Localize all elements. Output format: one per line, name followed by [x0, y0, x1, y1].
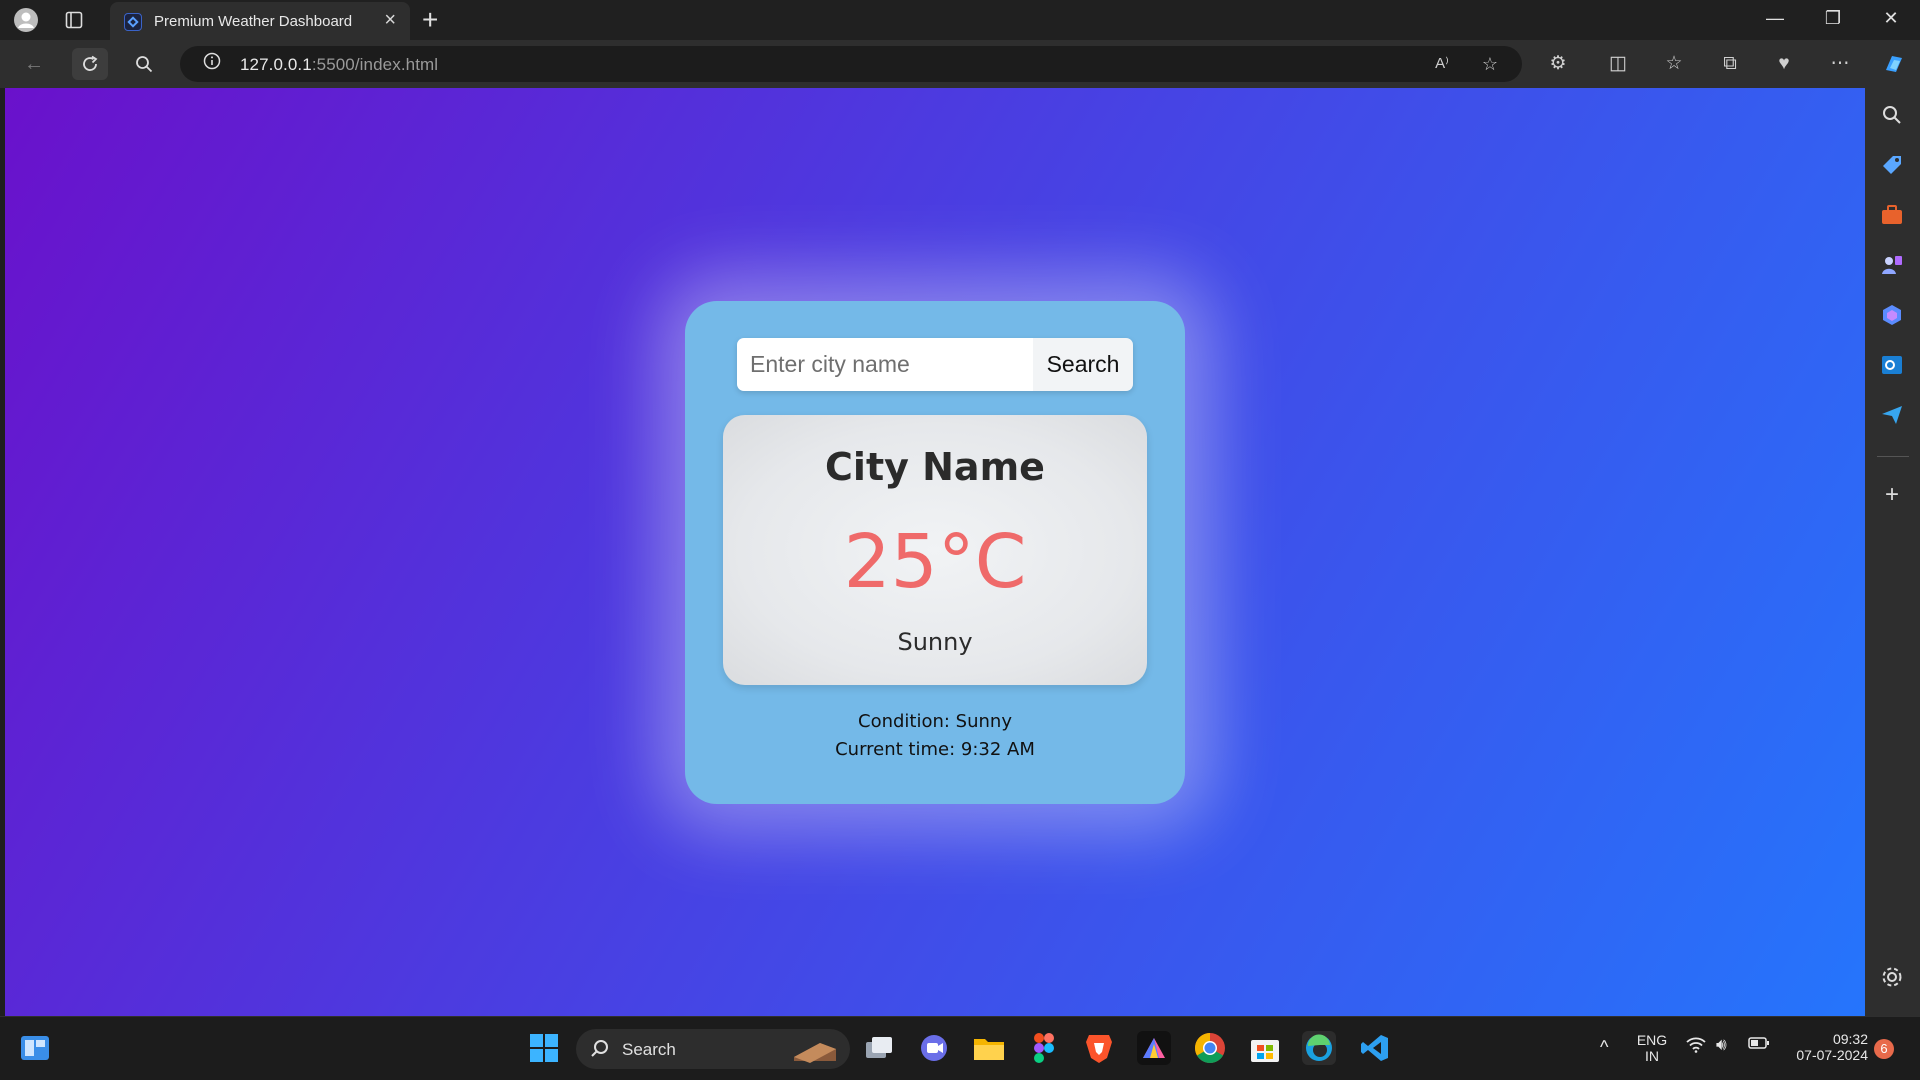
volume-icon[interactable]: 🔊︎ [1716, 1035, 1727, 1055]
city-name: City Name [825, 445, 1045, 489]
microsoft-store-icon[interactable] [1248, 1031, 1282, 1065]
windows-start-icon[interactable] [527, 1031, 561, 1065]
copilot-icon[interactable] [1880, 52, 1908, 76]
sidebar-tools-icon[interactable] [1879, 202, 1905, 228]
figma-icon[interactable] [1027, 1031, 1061, 1065]
profile-avatar-icon[interactable] [12, 6, 40, 34]
weather-condition: Sunny [897, 628, 973, 656]
taskbar-search[interactable]: Search [576, 1029, 850, 1069]
search-form: Search [737, 338, 1133, 391]
close-window-icon[interactable]: ✕ [1868, 8, 1914, 29]
clock-date: 07-07-2024 [1796, 1047, 1868, 1063]
refresh-icon[interactable] [72, 48, 108, 80]
taskbar-search-label: Search [622, 1040, 676, 1059]
back-arrow-icon[interactable]: ← [16, 48, 52, 80]
site-info-icon[interactable] [200, 52, 224, 76]
browser-tab[interactable]: Premium Weather Dashboard × [110, 2, 410, 40]
widgets-icon[interactable] [18, 1031, 52, 1065]
url-text[interactable]: 127.0.0.1:5500/index.html [240, 55, 438, 75]
teams-chat-icon[interactable] [917, 1031, 951, 1065]
city-search-input[interactable] [737, 338, 1033, 391]
page-viewport: Search City Name 25°C Sunny Condition: S… [5, 88, 1865, 1016]
chrome-icon[interactable] [1193, 1031, 1227, 1065]
site-favicon-icon [124, 13, 142, 31]
favorites-icon[interactable]: ☆ [1660, 52, 1688, 76]
more-options-icon[interactable]: ⋯ [1826, 52, 1854, 76]
affinity-app-icon[interactable] [1137, 1031, 1171, 1065]
clock-time: 09:32 [1832, 1031, 1868, 1047]
close-tab-icon[interactable]: × [384, 10, 396, 30]
taskbar-search-icon [590, 1039, 610, 1064]
notification-badge[interactable]: 6 [1874, 1039, 1894, 1059]
vscode-icon[interactable] [1358, 1031, 1392, 1065]
sidebar-games-icon[interactable] [1879, 252, 1905, 278]
new-tab-icon[interactable]: + [422, 4, 438, 36]
language-indicator[interactable]: ENG IN [1634, 1032, 1670, 1064]
tab-title: Premium Weather Dashboard [154, 13, 353, 30]
show-hidden-icons-icon[interactable]: ^ [1600, 1037, 1608, 1058]
search-button[interactable]: Search [1033, 338, 1133, 391]
sidebar-divider [1877, 456, 1909, 457]
brave-browser-icon[interactable] [1082, 1031, 1116, 1065]
edge-browser-icon[interactable] [1302, 1031, 1336, 1065]
extensions-icon[interactable]: ⚙ [1544, 52, 1572, 76]
wifi-icon[interactable] [1686, 1037, 1706, 1058]
split-screen-icon[interactable]: ◫ [1604, 52, 1632, 76]
restore-icon[interactable]: ❐ [1810, 8, 1856, 29]
task-view-icon[interactable] [862, 1031, 896, 1065]
search-icon[interactable] [126, 48, 162, 80]
file-explorer-icon[interactable] [972, 1031, 1006, 1065]
clock[interactable]: 09:32 07-07-2024 [1784, 1031, 1868, 1063]
weather-display: City Name 25°C Sunny [723, 415, 1147, 685]
windows-taskbar: Search ^ ENG IN 🔊︎ 09:32 07-07-2024 6 [0, 1016, 1920, 1080]
collections-icon[interactable]: ⧉ [1716, 52, 1744, 76]
battery-icon[interactable] [1748, 1036, 1770, 1053]
sidebar-search-icon[interactable] [1879, 102, 1905, 128]
edge-sidebar: + [1865, 88, 1920, 1016]
temperature: 25°C [843, 519, 1027, 605]
browser-essentials-icon[interactable]: ♥ [1770, 52, 1798, 76]
favorite-star-icon[interactable]: ☆ [1478, 52, 1502, 76]
sidebar-add-icon[interactable]: + [1879, 482, 1905, 508]
browser-tab-bar: Premium Weather Dashboard × + — ❐ ✕ [0, 0, 1920, 40]
weather-card: Search City Name 25°C Sunny Condition: S… [685, 301, 1185, 804]
tab-actions-icon[interactable] [60, 6, 88, 34]
sidebar-copilot-icon[interactable] [1879, 302, 1905, 328]
address-bar[interactable]: 127.0.0.1:5500/index.html A⁾ ☆ [180, 46, 1522, 82]
read-aloud-icon[interactable]: A⁾ [1430, 52, 1454, 76]
search-highlight-icon [790, 1035, 840, 1070]
current-time-line: Current time: 9:32 AM [835, 739, 1035, 760]
condition-line: Condition: Sunny [858, 711, 1012, 732]
language-code: ENG [1636, 1032, 1668, 1048]
sidebar-shopping-icon[interactable] [1879, 152, 1905, 178]
browser-toolbar: ← 127.0.0.1:5500/index.html A⁾ ☆ ⚙ ◫ ☆ ⧉… [0, 40, 1920, 88]
region-code: IN [1645, 1048, 1659, 1064]
minimize-icon[interactable]: — [1752, 8, 1798, 29]
sidebar-settings-icon[interactable] [1879, 964, 1905, 990]
sidebar-outlook-icon[interactable] [1879, 352, 1905, 378]
sidebar-send-icon[interactable] [1879, 402, 1905, 428]
